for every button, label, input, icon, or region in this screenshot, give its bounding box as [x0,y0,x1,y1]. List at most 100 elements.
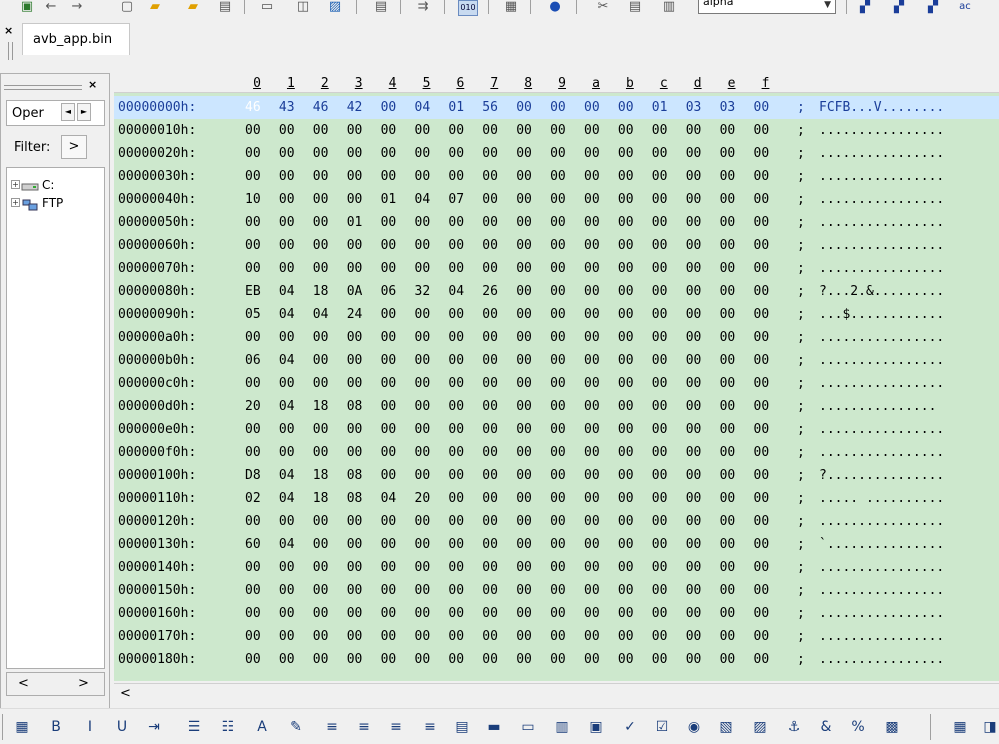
hex-byte[interactable]: 00 [652,280,676,303]
hex-byte[interactable]: 00 [482,648,506,671]
hex-byte[interactable]: 20 [245,395,269,418]
hex-byte[interactable]: 00 [754,648,778,671]
hex-byte[interactable]: 00 [381,464,405,487]
hex-byte[interactable]: 00 [448,372,472,395]
scroll-left-button[interactable]: < [18,676,29,691]
hex-byte[interactable]: 00 [754,142,778,165]
hex-byte[interactable]: 46 [313,96,337,119]
hex-byte[interactable]: 00 [516,533,540,556]
ascii-text[interactable]: FCFB...V........ [819,96,944,119]
align-center-icon[interactable]: ≡ [354,717,374,737]
hex-byte[interactable]: 01 [347,211,371,234]
hex-byte[interactable]: 00 [550,487,574,510]
hex-byte[interactable]: 00 [550,303,574,326]
hex-byte[interactable]: 00 [279,602,303,625]
expand-icon[interactable]: + [11,198,20,207]
hex-byte[interactable]: 01 [652,96,676,119]
panel-grip[interactable] [4,85,82,90]
hex-byte[interactable]: EB [245,280,269,303]
hex-row[interactable]: 000000f0h: 00 00 00 00 00 00 00 00 00 00 00 00 00 00 00… [114,441,999,464]
hex-byte[interactable]: 00 [381,648,405,671]
hex-byte[interactable]: 00 [584,280,608,303]
hex-byte[interactable]: 00 [482,625,506,648]
hex-byte[interactable]: 00 [448,142,472,165]
hex-byte[interactable]: 04 [279,533,303,556]
hex-byte[interactable]: 00 [584,441,608,464]
hex-byte[interactable]: 00 [584,165,608,188]
new-icon[interactable]: ▣ [18,0,36,14]
hex-byte[interactable]: 00 [618,487,642,510]
hex-byte[interactable]: 00 [686,326,710,349]
find-icon[interactable]: ▞ [856,0,874,14]
hex-byte[interactable]: 00 [415,533,439,556]
ascii-text[interactable]: ................ [819,579,944,602]
horizontal-rule-icon[interactable]: ▬ [484,717,504,737]
ascii-text[interactable]: ................ [819,441,944,464]
hex-byte[interactable]: 00 [245,257,269,280]
hex-byte[interactable]: 00 [686,510,710,533]
hex-byte[interactable]: 00 [550,326,574,349]
hex-mode-icon[interactable]: 010 [458,0,478,16]
hex-byte[interactable]: 00 [448,395,472,418]
hex-byte[interactable]: 00 [618,579,642,602]
hex-byte[interactable]: 00 [550,372,574,395]
align-justify-icon[interactable]: ≡ [420,717,440,737]
hex-byte[interactable]: 00 [448,510,472,533]
hex-byte[interactable]: 00 [482,257,506,280]
forward-icon[interactable]: → [68,0,86,14]
hex-byte[interactable]: 00 [347,510,371,533]
hex-byte[interactable]: 00 [516,625,540,648]
hex-byte[interactable]: 00 [482,395,506,418]
hex-byte[interactable]: 00 [584,625,608,648]
hex-byte[interactable]: 00 [550,556,574,579]
hex-row[interactable]: 00000080h: EB 04 18 0A 06 32 04 26 00 00 00 00 00 00 00… [114,280,999,303]
hex-byte[interactable]: 00 [279,257,303,280]
hex-byte[interactable]: 05 [245,303,269,326]
hex-byte[interactable]: 00 [754,372,778,395]
ascii-text[interactable]: ................ [819,349,944,372]
hex-row[interactable]: 00000110h: 02 04 18 08 04 20 00 00 00 00 00 00 00 00 00… [114,487,999,510]
ascii-text[interactable]: ...$............ [819,303,944,326]
italic-icon[interactable]: I [80,717,100,737]
spell-icon[interactable]: ✓ [620,717,640,737]
hex-byte[interactable]: 00 [652,211,676,234]
hex-row[interactable]: 00000010h: 00 00 00 00 00 00 00 00 00 00 00 00 00 00 00… [114,119,999,142]
bullet-list-icon[interactable]: ☰ [184,717,204,737]
ascii-text[interactable]: ................ [819,556,944,579]
hex-byte[interactable]: 00 [313,441,337,464]
hex-byte[interactable]: 00 [415,372,439,395]
hex-byte[interactable]: 00 [754,602,778,625]
hex-byte[interactable]: 02 [245,487,269,510]
hex-row[interactable]: 00000140h: 00 00 00 00 00 00 00 00 00 00 00 00 00 00 00… [114,556,999,579]
hex-byte[interactable]: 00 [652,441,676,464]
hex-byte[interactable]: 00 [313,579,337,602]
hex-byte[interactable]: 00 [618,395,642,418]
hex-byte[interactable]: 00 [686,579,710,602]
hex-byte[interactable]: 00 [618,326,642,349]
hex-byte[interactable]: 00 [448,533,472,556]
hex-byte[interactable]: 00 [720,395,744,418]
table-icon[interactable]: ▦ [12,717,32,737]
hex-byte[interactable]: 00 [313,602,337,625]
hex-row[interactable]: 00000070h: 00 00 00 00 00 00 00 00 00 00 00 00 00 00 00… [114,257,999,280]
hex-byte[interactable]: 00 [347,372,371,395]
hex-byte[interactable]: 00 [686,464,710,487]
hex-byte[interactable]: 00 [584,510,608,533]
hex-byte[interactable]: 00 [516,648,540,671]
hex-byte[interactable]: 04 [279,395,303,418]
paste-icon[interactable]: ▥ [660,0,678,14]
hex-byte[interactable]: 00 [482,303,506,326]
hex-byte[interactable]: 00 [754,96,778,119]
hex-byte[interactable]: 00 [686,418,710,441]
indent-icon[interactable]: ⇥ [144,717,164,737]
hex-byte[interactable]: 00 [245,648,269,671]
ascii-text[interactable]: ................ [819,165,944,188]
hex-byte[interactable]: 00 [652,234,676,257]
hex-byte[interactable]: 00 [754,234,778,257]
hex-byte[interactable]: 00 [516,418,540,441]
hex-byte[interactable]: 00 [584,395,608,418]
hex-byte[interactable]: 06 [245,349,269,372]
hex-byte[interactable]: 00 [618,441,642,464]
hex-byte[interactable]: 00 [652,556,676,579]
hex-byte[interactable]: 00 [618,188,642,211]
